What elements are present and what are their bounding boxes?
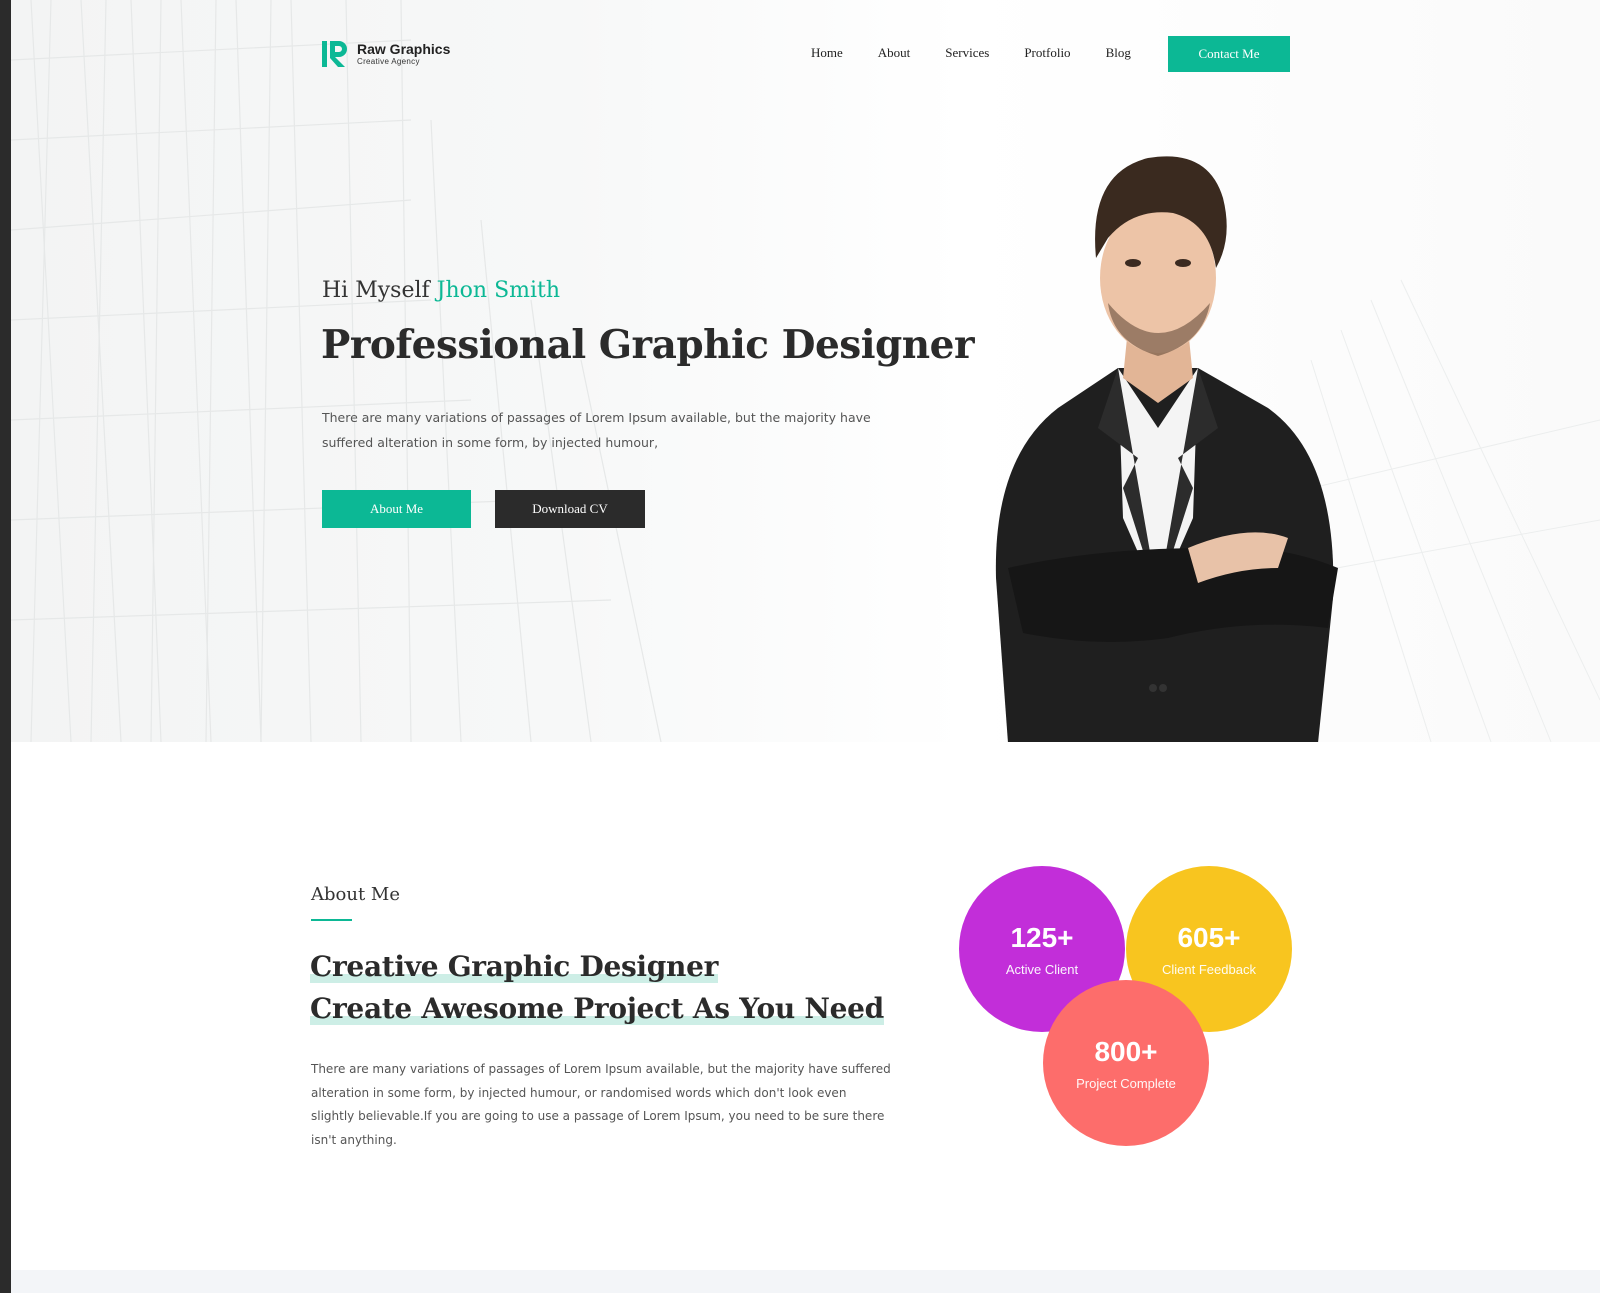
- window-edge: [0, 0, 11, 1293]
- nav-home[interactable]: Home: [811, 44, 843, 62]
- hero-name: Jhon Smith: [436, 278, 561, 303]
- about-label-underline: [311, 919, 352, 921]
- hero-title: Professional Graphic Designer: [321, 322, 975, 368]
- about-me-button[interactable]: About Me: [322, 490, 471, 528]
- hero-section: Raw Graphics Creative Agency Home About …: [11, 0, 1600, 742]
- hero-description: There are many variations of passages of…: [322, 410, 871, 450]
- rg-logo-icon: [322, 41, 347, 67]
- contact-button[interactable]: Contact Me: [1168, 36, 1290, 72]
- about-heading-line1: Creative Graphic Designer: [310, 950, 719, 983]
- brand-logo[interactable]: Raw Graphics Creative Agency: [321, 39, 450, 69]
- next-section-edge: [11, 1270, 1600, 1293]
- nav-blog[interactable]: Blog: [1106, 44, 1131, 62]
- stat-label: Client Feedback: [1162, 961, 1256, 977]
- about-description: There are many variations of passages of…: [311, 1062, 891, 1147]
- about-section-label: About Me: [311, 884, 400, 905]
- stat-value: 800+: [1094, 1035, 1158, 1067]
- nav-portfolio[interactable]: Protfolio: [1024, 44, 1070, 62]
- brand-tagline: Creative Agency: [357, 57, 420, 66]
- download-cv-button[interactable]: Download CV: [495, 490, 645, 528]
- greeting-text: Hi Myself: [322, 278, 430, 303]
- nav-about[interactable]: About: [878, 44, 911, 62]
- hero-greeting: Hi Myself Jhon Smith: [322, 278, 560, 303]
- about-heading-line2: Create Awesome Project As You Need: [310, 992, 884, 1025]
- nav-services[interactable]: Services: [945, 44, 989, 62]
- stat-value: 605+: [1177, 921, 1241, 953]
- stat-label: Active Client: [1005, 961, 1079, 977]
- stat-project-complete: 800+ Project Complete: [1043, 980, 1209, 1146]
- about-heading: Creative Graphic Designer Create Awesome…: [310, 946, 884, 1030]
- stat-label: Project Complete: [1076, 1075, 1176, 1091]
- brand-name: Raw Graphics: [357, 41, 451, 57]
- stat-value: 125+: [1010, 921, 1074, 953]
- main-nav: Home About Services Protfolio Blog: [811, 44, 1166, 62]
- portrait-image: [995, 156, 1338, 742]
